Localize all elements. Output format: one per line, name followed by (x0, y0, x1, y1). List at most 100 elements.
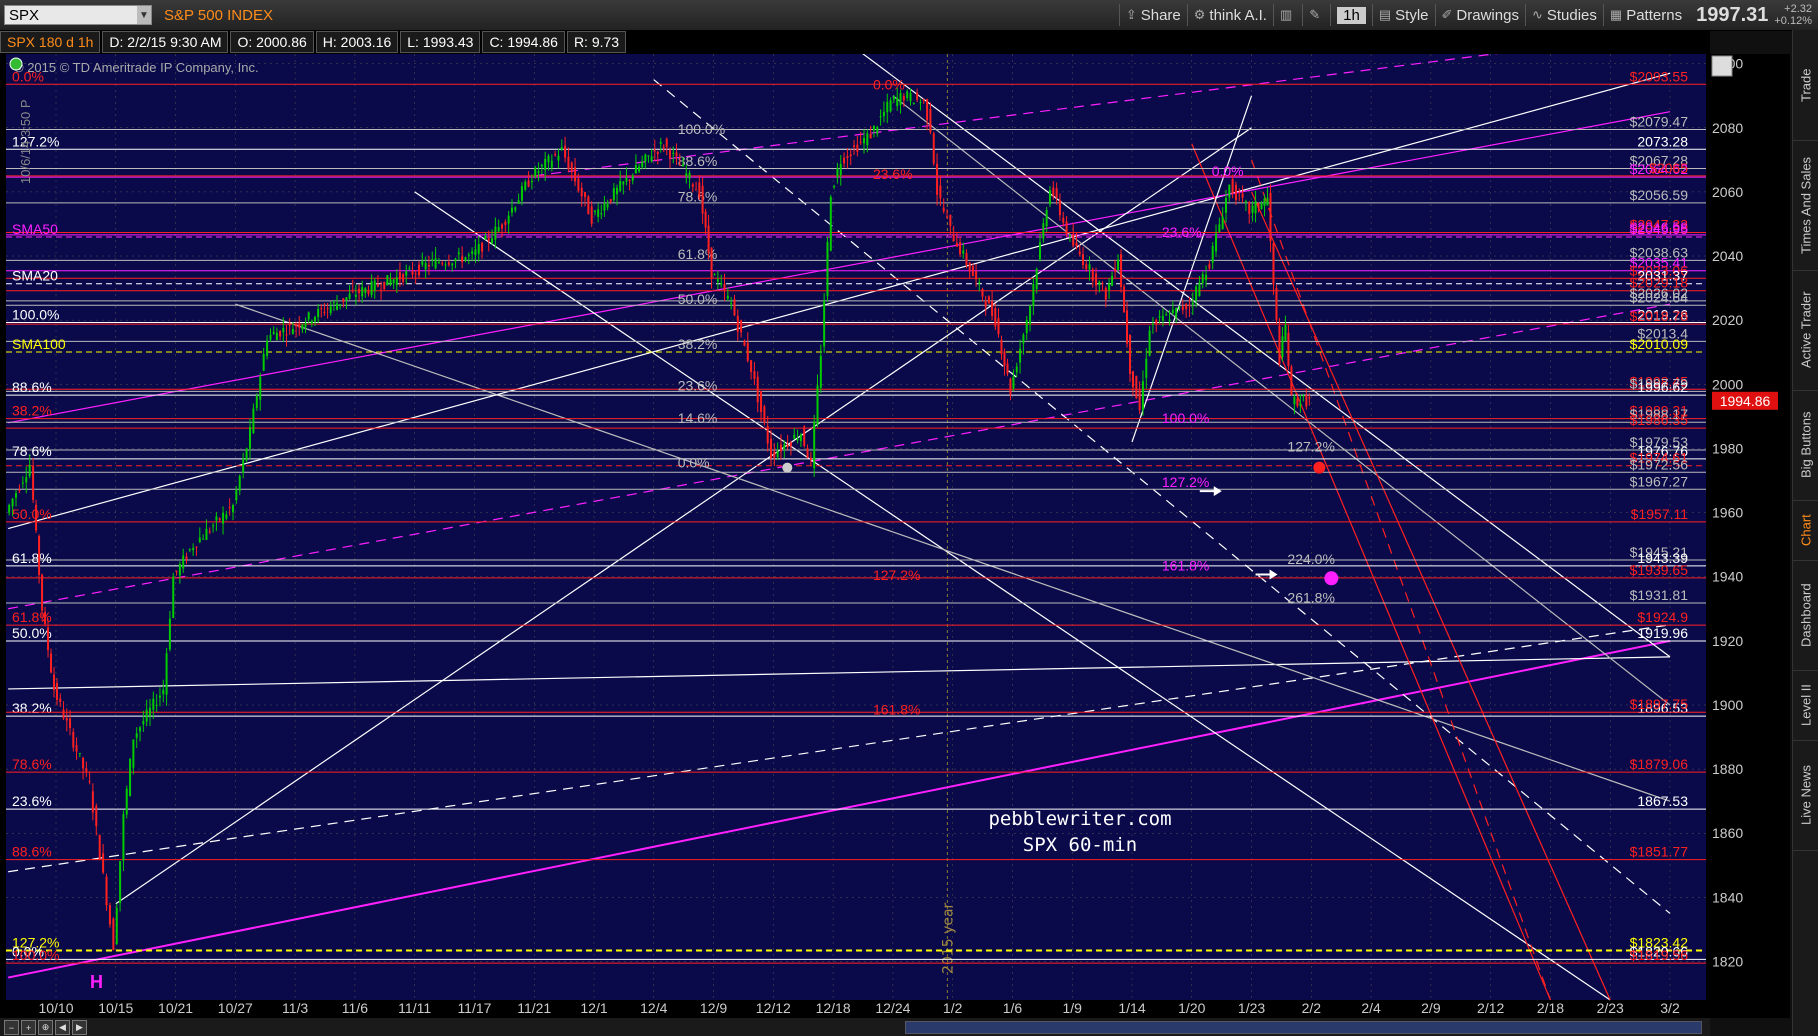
candle-body (326, 308, 329, 310)
candle-body (968, 262, 971, 272)
candle-body (1003, 351, 1006, 366)
candle-body (395, 277, 398, 286)
candle-body (710, 247, 713, 279)
candle-body (421, 261, 424, 265)
candle-body (971, 266, 974, 277)
fib-label: 261.8% (1287, 589, 1334, 605)
candle-body (740, 320, 743, 333)
x-tick-label: 1/23 (1238, 1000, 1265, 1016)
candle-body (188, 549, 191, 551)
candle-body (707, 225, 710, 253)
candle-body (659, 142, 662, 144)
candle-body (1158, 316, 1161, 318)
toolbar-button-7[interactable]: ∿ Studies (1524, 4, 1603, 26)
candle-body (587, 196, 590, 215)
candle-body (952, 234, 955, 242)
toolbar-button-6[interactable]: ✐ Drawings (1434, 4, 1525, 26)
candle-body (809, 457, 812, 460)
side-tab-chart[interactable]: Chart (1793, 500, 1818, 561)
zoom-out-icon[interactable]: − (4, 1020, 19, 1035)
candle-body (1241, 193, 1244, 198)
candle-body (1123, 286, 1126, 313)
toolbar-button-label: Studies (1546, 6, 1597, 24)
candle-body (606, 203, 609, 208)
candle-body (402, 274, 405, 282)
change-percent: +0.12% (1774, 15, 1812, 27)
scroll-right-icon[interactable]: ▶ (72, 1020, 87, 1035)
candle-body (668, 150, 671, 159)
fib-label: 78.6% (678, 189, 718, 205)
fib-label: 127.2% (1162, 474, 1209, 490)
candle-body (91, 791, 94, 813)
candle-body (866, 133, 869, 146)
toolbar-button-5[interactable]: ▤ Style (1371, 4, 1435, 26)
toolbar-button-1[interactable]: ⚙ think A.I. (1186, 4, 1273, 26)
candle-body (1178, 306, 1181, 308)
fit-icon[interactable]: ⊕ (38, 1020, 53, 1035)
candle-body (1248, 202, 1251, 214)
toolbar-button-0[interactable]: ⇪ Share (1118, 4, 1187, 26)
copyright-text: © 2015 © TD Ameritrade IP Company, Inc. (14, 60, 259, 75)
style-icon: ▤ (1378, 7, 1392, 22)
candle-body (342, 298, 345, 302)
candle-body (1278, 325, 1281, 365)
candle-body (431, 259, 434, 261)
candle-body (139, 727, 142, 732)
candle-body (730, 303, 733, 305)
candle-body (1098, 281, 1101, 286)
toolbar-button-3[interactable]: ✎ (1302, 4, 1330, 26)
candle-body (939, 185, 942, 199)
candle-body (698, 182, 701, 198)
y-tick-label: 1920 (1712, 633, 1743, 649)
candle-body (32, 465, 35, 500)
fib-level-label-left: SMA50 (12, 221, 58, 237)
symbol-input[interactable]: SPX ▼ (4, 5, 152, 25)
candle-body (1254, 201, 1257, 214)
chevron-down-icon[interactable]: ▼ (137, 6, 151, 24)
candle-body (41, 574, 44, 611)
info-symbol[interactable]: SPX 180 d 1h (0, 31, 101, 53)
side-tab-dashboard[interactable]: Dashboard (1793, 560, 1818, 671)
candle-body (716, 279, 719, 282)
candle-body (21, 482, 24, 484)
candle-body (119, 861, 122, 904)
candle-body (112, 918, 115, 951)
candle-body (899, 93, 902, 106)
toolbar-buttons: ⇪ Share ⚙ think A.I. ▥ ✎ 1h ▤ Style ✐ Drawings ∿ Stu… (1118, 0, 1688, 30)
x-tick-label: 12/1 (580, 1000, 607, 1016)
candle-body (616, 187, 619, 195)
side-tab-trade[interactable]: Trade (1793, 30, 1818, 141)
toolbar-button-4[interactable]: 1h (1330, 4, 1372, 26)
side-tab-level-ii[interactable]: Level II (1793, 670, 1818, 741)
price-chart[interactable]: 2015 year0.0% $2093.55$2079.47127.2% 2073.… (0, 54, 1790, 1018)
side-tab-times-and-sales[interactable]: Times And Sales (1793, 140, 1818, 271)
time-scrollbar[interactable] (905, 1021, 1702, 1034)
y-tick-label: 2020 (1712, 312, 1743, 328)
candle-body (510, 207, 513, 213)
toolbar-button-8[interactable]: ▦ Patterns (1602, 4, 1688, 26)
x-tick-label: 11/3 (282, 1000, 308, 1016)
candle-body (373, 280, 376, 291)
info-high: H: 2003.16 (315, 31, 399, 53)
candle-body (95, 805, 98, 827)
candle-body (285, 334, 288, 336)
fib-level-label-right: $1957.11 (1631, 506, 1689, 522)
side-tab-big-buttons[interactable]: Big Buttons (1793, 390, 1818, 501)
side-tab-active-trader[interactable]: Active Trader (1793, 270, 1818, 391)
candle-body (987, 296, 990, 304)
scroll-left-icon[interactable]: ◀ (55, 1020, 70, 1035)
candle-body (1181, 306, 1184, 310)
candle-body (978, 282, 981, 284)
candle-body (248, 426, 251, 449)
zoom-in-icon[interactable]: + (21, 1020, 36, 1035)
fib-label: 23.6% (873, 166, 913, 182)
toolbar-button-2[interactable]: ▥ (1272, 4, 1302, 26)
candle-body (638, 166, 641, 172)
candle-body (1052, 187, 1055, 196)
candle-body (245, 448, 248, 461)
candle-body (105, 876, 108, 906)
candle-body (298, 323, 301, 328)
candle-body (481, 242, 484, 252)
side-tab-live-news[interactable]: Live News (1793, 740, 1818, 851)
candle-body (1155, 319, 1158, 324)
